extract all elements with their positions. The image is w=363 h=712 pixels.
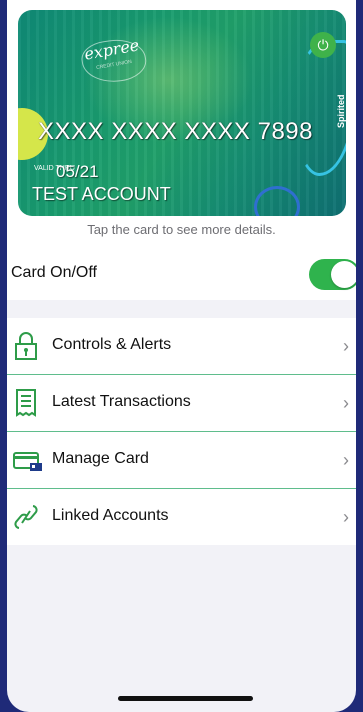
menu-item-linked-accounts[interactable]: Linked Accounts › (7, 489, 356, 545)
chevron-right-icon: › (343, 450, 349, 470)
card-expiry: 05/21 (56, 162, 99, 181)
menu-item-label: Manage Card (52, 450, 149, 467)
card-menu: Controls & Alerts › Latest Transactions … (7, 318, 356, 545)
menu-item-latest-transactions[interactable]: Latest Transactions › (7, 375, 356, 432)
card-icon (13, 452, 42, 471)
chevron-right-icon: › (343, 507, 349, 527)
menu-item-controls-alerts[interactable]: Controls & Alerts › (7, 318, 356, 375)
card-toggle-switch[interactable] (309, 259, 356, 290)
receipt-icon (16, 389, 36, 417)
chevron-right-icon: › (343, 393, 349, 413)
link-icon (14, 505, 38, 529)
card-hint: Tap the card to see more details. (87, 222, 276, 237)
menu-item-manage-card[interactable]: Manage Card › (7, 432, 356, 489)
menu-item-label: Linked Accounts (52, 507, 169, 524)
card-toggle-label: Card On/Off (11, 264, 97, 281)
toggle-knob (331, 261, 356, 288)
menu-item-label: Latest Transactions (52, 393, 191, 410)
card-number: XXXX XXXX XXXX 7898 (38, 118, 313, 145)
power-icon: ⏻ (310, 32, 336, 58)
menu-item-label: Controls & Alerts (52, 336, 172, 353)
home-indicator (118, 696, 253, 701)
card-bank-name: Spirited Banking (336, 94, 346, 128)
lock-icon (15, 332, 37, 360)
card-holder: TEST ACCOUNT (32, 184, 171, 204)
debit-card[interactable]: expree CREDIT UNION ⏻ Spirited Banking X… (18, 10, 346, 216)
app-screen: expree CREDIT UNION ⏻ Spirited Banking X… (7, 0, 356, 712)
chevron-right-icon: › (343, 336, 349, 356)
